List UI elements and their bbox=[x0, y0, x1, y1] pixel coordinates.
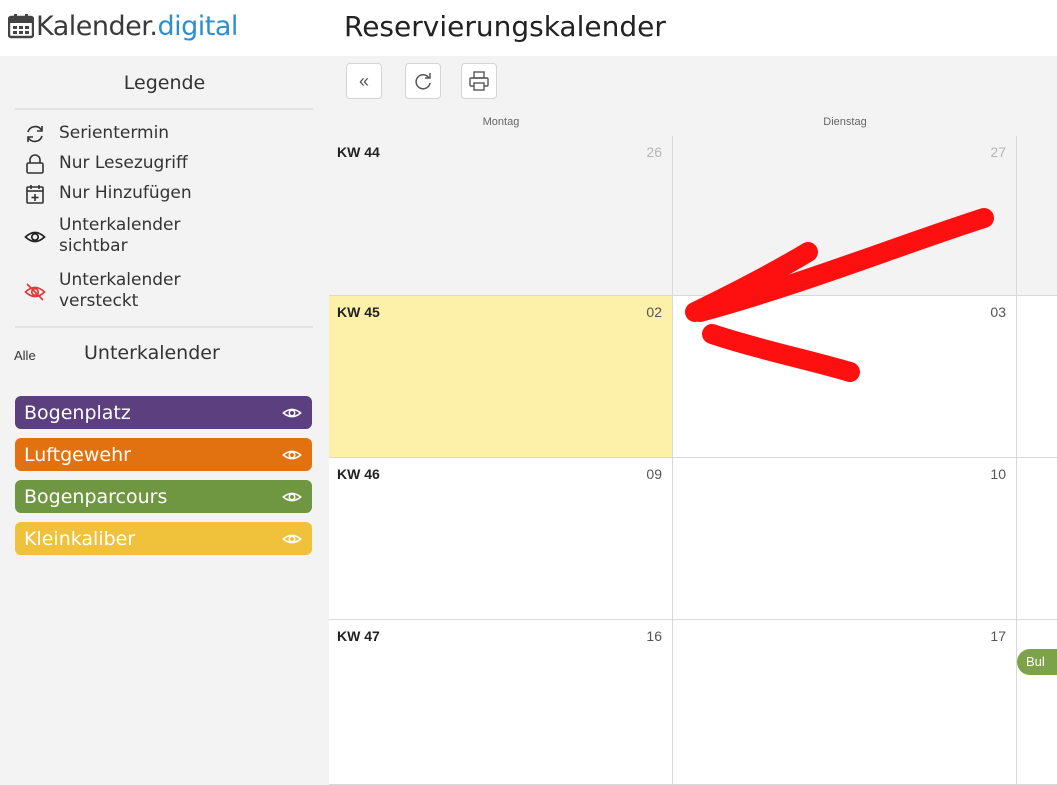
day-cell[interactable] bbox=[1017, 296, 1057, 458]
day-header-next bbox=[1017, 108, 1057, 136]
week-number: KW 46 bbox=[337, 466, 380, 482]
eye-icon[interactable] bbox=[282, 403, 302, 423]
date-number: 27 bbox=[990, 144, 1006, 160]
eye-icon[interactable] bbox=[282, 529, 302, 549]
date-number: 02 bbox=[646, 304, 662, 320]
page-title: Reservierungskalender bbox=[344, 10, 666, 43]
subcalendar-kleinkaliber[interactable]: Kleinkaliber bbox=[15, 522, 312, 555]
legend-item-series: Serientermin bbox=[24, 123, 169, 145]
day-cell[interactable]: KW 47 16 bbox=[329, 620, 673, 785]
day-header-monday: Montag bbox=[329, 108, 673, 136]
date-number: 09 bbox=[646, 466, 662, 482]
divider bbox=[15, 326, 313, 328]
calendar-plus-icon bbox=[26, 185, 44, 204]
lock-icon bbox=[26, 154, 44, 174]
date-number: 10 bbox=[990, 466, 1006, 482]
day-cell[interactable] bbox=[1017, 458, 1057, 620]
subcalendar-label: Kleinkaliber bbox=[24, 527, 136, 550]
day-cell[interactable] bbox=[1017, 620, 1057, 785]
day-cell[interactable]: 17 bbox=[673, 620, 1017, 785]
back-button[interactable]: « bbox=[346, 63, 382, 99]
day-cell[interactable]: 27 bbox=[673, 136, 1017, 296]
subcalendar-label: Luftgewehr bbox=[24, 443, 131, 466]
double-chevron-left-icon: « bbox=[358, 70, 369, 91]
day-cell-today[interactable]: KW 45 02 bbox=[329, 296, 673, 458]
day-cell[interactable]: KW 44 26 bbox=[329, 136, 673, 296]
refresh-icon bbox=[27, 125, 43, 143]
day-cell[interactable]: 10 bbox=[673, 458, 1017, 620]
legend-label: Nur Lesezugriff bbox=[59, 153, 188, 173]
week-number: KW 45 bbox=[337, 304, 380, 320]
subcalendar-label: Bogenplatz bbox=[24, 401, 131, 424]
date-number: 16 bbox=[646, 628, 662, 644]
subcalendar-luftgewehr[interactable]: Luftgewehr bbox=[15, 438, 312, 471]
app-logo[interactable]: Kalender. digital bbox=[8, 8, 238, 44]
legend-label: Unterkalender versteckt bbox=[59, 270, 181, 311]
legend-label: Nur Hinzufügen bbox=[59, 183, 192, 203]
calendar-grid: Montag Dienstag KW 44 26 27 KW 45 02 03 … bbox=[329, 108, 1057, 785]
print-icon bbox=[469, 71, 489, 91]
week-number: KW 47 bbox=[337, 628, 380, 644]
subcalendar-label: Bogenparcours bbox=[24, 485, 168, 508]
sidebar: Legende Serientermin Nur Lesezugriff Nur… bbox=[0, 56, 329, 785]
logo-text-accent: digital bbox=[157, 10, 238, 42]
calendar-logo-icon bbox=[8, 14, 34, 39]
eye-icon[interactable] bbox=[282, 445, 302, 465]
eye-icon[interactable] bbox=[282, 487, 302, 507]
event-chip[interactable]: Bul bbox=[1017, 649, 1057, 675]
day-cell[interactable]: 03 bbox=[673, 296, 1017, 458]
calendar-toolbar: « bbox=[329, 56, 1057, 108]
divider bbox=[15, 108, 313, 110]
legend-title: Legende bbox=[123, 72, 206, 94]
legend-label: Unterkalender sichtbar bbox=[59, 215, 181, 256]
day-header-tuesday: Dienstag bbox=[673, 108, 1017, 136]
legend-item-readonly: Nur Lesezugriff bbox=[24, 153, 188, 175]
date-number: 26 bbox=[646, 144, 662, 160]
date-number: 03 bbox=[990, 304, 1006, 320]
subcalendar-bogenplatz[interactable]: Bogenplatz bbox=[15, 396, 312, 429]
select-all-link[interactable]: Alle bbox=[14, 348, 36, 363]
day-cell[interactable]: KW 46 09 bbox=[329, 458, 673, 620]
legend-item-hidden: Unterkalender versteckt bbox=[24, 270, 209, 312]
refresh-button[interactable] bbox=[405, 63, 441, 99]
subcalendars-title: Unterkalender bbox=[84, 342, 220, 364]
eye-slash-icon bbox=[24, 283, 46, 301]
day-cell[interactable] bbox=[1017, 136, 1057, 296]
print-button[interactable] bbox=[461, 63, 497, 99]
eye-icon bbox=[24, 231, 46, 243]
app-header: Kalender. digital Reservierungskalender bbox=[0, 0, 1057, 56]
legend-label: Serientermin bbox=[59, 123, 170, 143]
date-number: 17 bbox=[990, 628, 1006, 644]
event-clip: Bul bbox=[1017, 649, 1057, 677]
legend-item-visible: Unterkalender sichtbar bbox=[24, 215, 209, 257]
week-number: KW 44 bbox=[337, 144, 380, 160]
subcalendar-bogenparcours[interactable]: Bogenparcours bbox=[15, 480, 312, 513]
refresh-icon bbox=[415, 73, 431, 90]
legend-item-addonly: Nur Hinzufügen bbox=[24, 183, 192, 205]
logo-text: Kalender. bbox=[36, 10, 158, 42]
